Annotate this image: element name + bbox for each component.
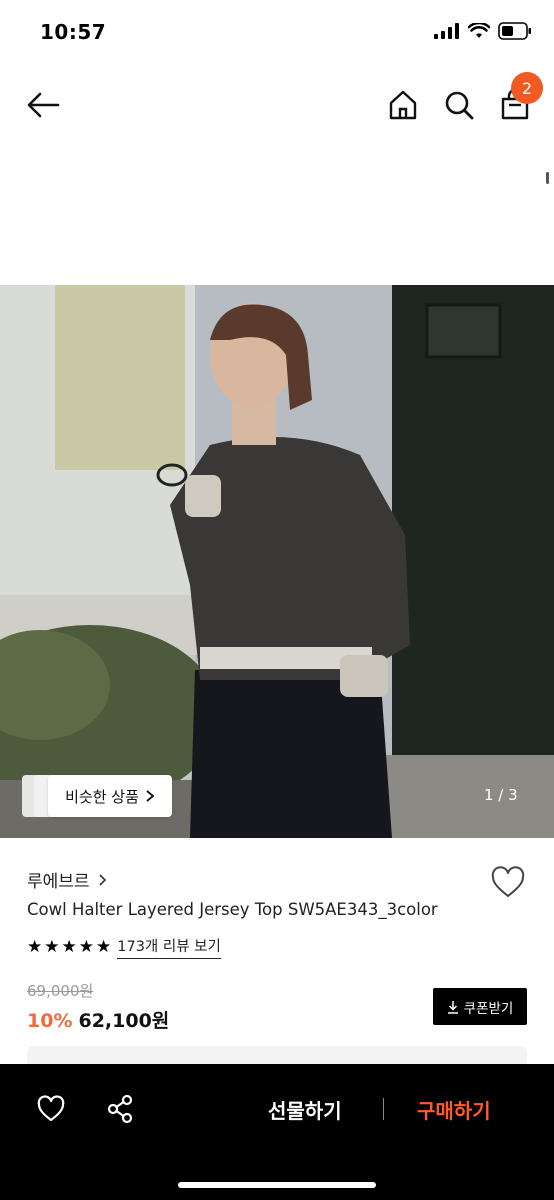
star-icon: ★	[44, 937, 60, 957]
cellular-signal-icon	[434, 23, 459, 39]
rating-row: ★ ★ ★ ★ ★ 173개 리뷰 보기	[27, 935, 221, 959]
coupon-label: 쿠폰받기	[463, 1000, 514, 1017]
search-button[interactable]	[442, 88, 476, 122]
sale-price: 62,100원	[78, 1010, 170, 1032]
share-button[interactable]	[106, 1094, 134, 1124]
similar-products-label: 비슷한 상품	[65, 787, 139, 806]
star-icon: ★	[78, 937, 94, 957]
bottom-action-bar	[0, 1064, 554, 1200]
gift-button[interactable]: 선물하기	[268, 1095, 342, 1124]
star-icon: ★	[96, 937, 112, 957]
star-icon: ★	[27, 937, 43, 957]
status-icons	[434, 22, 532, 40]
action-divider	[383, 1098, 384, 1120]
search-icon	[445, 91, 474, 120]
rating-stars: ★ ★ ★ ★ ★	[27, 937, 111, 957]
product-image[interactable]	[0, 285, 554, 838]
download-icon	[447, 1000, 458, 1014]
status-time: 10:57	[40, 20, 107, 44]
home-button[interactable]	[386, 88, 420, 122]
original-price: 69,000원	[27, 982, 94, 1000]
heart-icon	[37, 1095, 65, 1122]
image-counter: 1 / 3	[484, 786, 518, 804]
like-button[interactable]	[36, 1094, 66, 1124]
product-photo	[0, 285, 554, 838]
wifi-icon	[468, 23, 490, 38]
home-indicator[interactable]	[178, 1182, 376, 1188]
heart-icon	[491, 866, 525, 897]
review-link[interactable]: 173개 리뷰 보기	[117, 935, 221, 959]
top-navigation	[0, 66, 554, 146]
similar-products-button[interactable]: 비슷한 상품	[48, 775, 172, 817]
brand-name: 루에브르	[27, 872, 90, 892]
home-icon	[389, 90, 417, 120]
arrow-left-icon	[27, 92, 60, 118]
brand-link[interactable]: 루에브르	[27, 867, 107, 892]
coupon-button[interactable]: 쿠폰받기	[433, 988, 527, 1025]
battery-icon	[498, 22, 531, 40]
discount-rate: 10%	[27, 1010, 73, 1032]
status-bar: 10:57	[0, 0, 554, 66]
scroll-indicator	[546, 172, 549, 184]
chevron-right-icon	[98, 873, 106, 886]
chevron-right-icon	[146, 790, 155, 802]
product-name: Cowl Halter Layered Jersey Top SW5AE343_…	[27, 900, 438, 919]
wishlist-button[interactable]	[490, 866, 526, 900]
price-row: 10% 62,100원	[27, 1006, 169, 1033]
star-icon: ★	[61, 937, 77, 957]
cart-count-badge: 2	[511, 72, 543, 104]
buy-button[interactable]: 구매하기	[417, 1095, 491, 1124]
back-button[interactable]	[24, 90, 64, 120]
share-icon	[107, 1094, 133, 1124]
